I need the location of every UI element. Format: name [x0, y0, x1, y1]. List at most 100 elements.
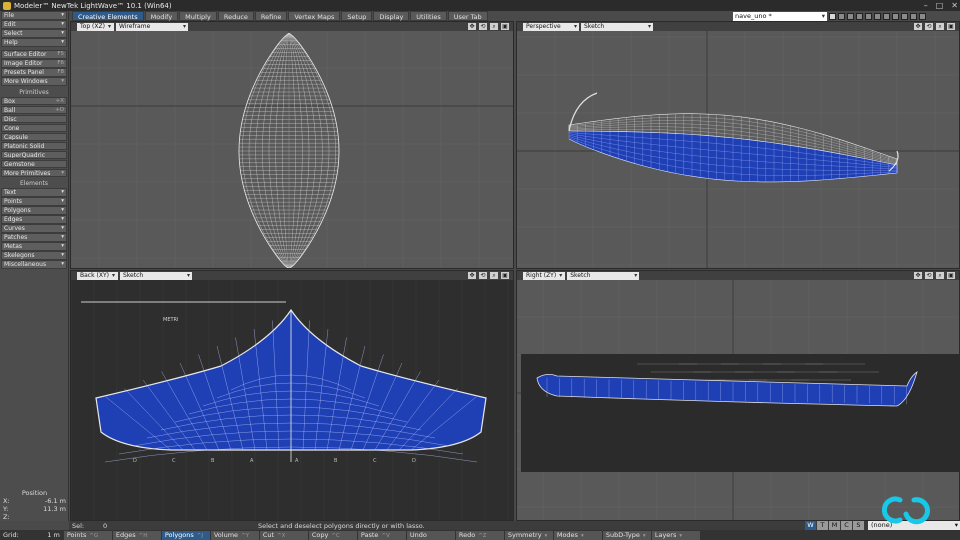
move-view-icon[interactable]: ✥	[468, 23, 476, 30]
layer-box-9[interactable]	[901, 12, 908, 20]
maximize-view-icon[interactable]: ▣	[501, 23, 509, 30]
rotate-view-icon[interactable]: ⟲	[925, 23, 933, 30]
left-button-ball[interactable]: Ball +O	[1, 105, 67, 114]
mode-button-redo[interactable]: Redo ^Z	[455, 530, 504, 540]
left-button-superquadric[interactable]: SuperQuadric	[1, 150, 67, 159]
left-button-help[interactable]: Help ▾	[1, 38, 67, 47]
mode-button-paste[interactable]: Paste ^V	[357, 530, 406, 540]
left-button-cone[interactable]: Cone	[1, 123, 67, 132]
maximize-view-icon[interactable]: ▣	[947, 23, 955, 30]
mode-button-undo[interactable]: Undo	[406, 530, 455, 540]
mode-button-edges[interactable]: Edges ^H	[112, 530, 161, 540]
mode-button-modes[interactable]: Modes ▾	[553, 530, 602, 540]
left-button-polygons[interactable]: Polygons ▾	[1, 206, 67, 215]
render-mode-select[interactable]: Sketch ▾	[581, 22, 653, 31]
render-mode-select[interactable]: Sketch ▾	[567, 271, 640, 280]
shortcut-hint: ^X	[277, 532, 286, 539]
left-button-disc[interactable]: Disc	[1, 114, 67, 123]
tab-creative-elements[interactable]: Creative Elements	[72, 11, 144, 21]
maximize-icon[interactable]: □	[936, 1, 944, 10]
mode-button-layers[interactable]: Layers ▾	[651, 530, 700, 540]
left-button-metas[interactable]: Metas ▾	[1, 242, 67, 251]
tab-display[interactable]: Display	[373, 11, 410, 21]
tab-multiply[interactable]: Multiply	[179, 11, 217, 21]
left-button-capsule[interactable]: Capsule	[1, 132, 67, 141]
mode-button-volume[interactable]: Volume ^Y	[210, 530, 259, 540]
object-select[interactable]: nave_uno * ▾	[733, 11, 827, 21]
rotate-view-icon[interactable]: ⟲	[479, 272, 487, 279]
zoom-view-icon[interactable]: ⌕	[490, 23, 498, 30]
zoom-view-icon[interactable]: ⌕	[936, 23, 944, 30]
left-button-edges[interactable]: Edges ▾	[1, 215, 67, 224]
zoom-view-icon[interactable]: ⌕	[936, 272, 944, 279]
move-view-icon[interactable]: ✥	[468, 272, 476, 279]
left-button-box[interactable]: Box +X	[1, 96, 67, 105]
tab-setup[interactable]: Setup	[341, 11, 373, 21]
layer-box-7[interactable]	[883, 12, 890, 20]
move-view-icon[interactable]: ✥	[914, 272, 922, 279]
mode-button-points[interactable]: Points ^G	[63, 530, 112, 540]
view-button-s[interactable]: S	[853, 520, 864, 530]
viewport-back[interactable]: Back (XY) ▾ Sketch ▾ ✥ ⟲ ⌕ ▣ METRI D C B A A B C…	[70, 270, 514, 521]
left-button-gemstone[interactable]: Gemstone	[1, 159, 67, 168]
mode-button-polygons[interactable]: Polygons ^J	[161, 530, 210, 540]
close-icon[interactable]: ✕	[951, 1, 958, 10]
tab-refine[interactable]: Refine	[254, 11, 288, 21]
view-button-t[interactable]: T	[817, 520, 828, 530]
left-button-select[interactable]: Select ▾	[1, 29, 67, 38]
left-button-file[interactable]: File ▾	[1, 11, 67, 20]
view-type-select[interactable]: Perspective ▾	[523, 22, 579, 31]
left-button-image-editor[interactable]: Image Editor F6	[1, 59, 67, 68]
layer-box-10[interactable]	[910, 12, 917, 20]
viewport-right[interactable]: Right (ZY) ▾ Sketch ▾ ✥ ⟲ ⌕ ▣	[516, 270, 960, 521]
view-type-select[interactable]: Back (XY) ▾	[77, 271, 118, 280]
zoom-view-icon[interactable]: ⌕	[490, 272, 498, 279]
minimize-icon[interactable]: –	[924, 1, 928, 10]
tab-utilities[interactable]: Utilities	[410, 11, 447, 21]
maximize-view-icon[interactable]: ▣	[947, 272, 955, 279]
rotate-view-icon[interactable]: ⟲	[925, 272, 933, 279]
tab-user-tab[interactable]: User Tab	[447, 11, 488, 21]
left-button-text[interactable]: Text ▾	[1, 188, 67, 197]
left-button-more-primitives[interactable]: More Primitives ▾	[1, 168, 67, 177]
tab-vertex-maps[interactable]: Vertex Maps	[288, 11, 341, 21]
layer-box-1[interactable]	[829, 12, 836, 20]
move-view-icon[interactable]: ✥	[914, 23, 922, 30]
tab-modify[interactable]: Modify	[144, 11, 179, 21]
maximize-view-icon[interactable]: ▣	[501, 272, 509, 279]
view-button-c[interactable]: C	[841, 520, 852, 530]
layer-box-2[interactable]	[838, 12, 845, 20]
left-button-more-windows[interactable]: More Windows ▾	[1, 77, 67, 86]
view-type-select[interactable]: Top (XZ) ▾	[77, 22, 114, 31]
mode-button-symmetry[interactable]: Symmetry ▾	[504, 530, 553, 540]
left-button-surface-editor[interactable]: Surface Editor F5	[1, 50, 67, 59]
rotate-view-icon[interactable]: ⟲	[479, 23, 487, 30]
viewport-top[interactable]: Top (XZ) ▾ Wireframe ▾ ✥ ⟲ ⌕ ▣	[70, 21, 514, 269]
left-button-skelegons[interactable]: Skelegons ▾	[1, 251, 67, 260]
left-button-miscellaneous[interactable]: Miscellaneous ▾	[1, 260, 67, 269]
tab-reduce[interactable]: Reduce	[217, 11, 254, 21]
render-mode-select[interactable]: Sketch ▾	[119, 271, 192, 280]
layer-box-8[interactable]	[892, 12, 899, 20]
layer-box-4[interactable]	[856, 12, 863, 20]
mode-button-copy[interactable]: Copy ^C	[308, 530, 357, 540]
left-button-points[interactable]: Points ▾	[1, 197, 67, 206]
shortcut-hint: F5	[57, 51, 64, 57]
mode-button-cut[interactable]: Cut ^X	[259, 530, 308, 540]
x-value: -6.1 m	[44, 497, 66, 505]
view-button-w[interactable]: W	[805, 520, 816, 530]
layer-box-11[interactable]	[919, 12, 926, 20]
layer-box-3[interactable]	[847, 12, 854, 20]
view-button-m[interactable]: M	[829, 520, 840, 530]
layer-box-6[interactable]	[874, 12, 881, 20]
left-button-patches[interactable]: Patches ▾	[1, 233, 67, 242]
view-type-select[interactable]: Right (ZY) ▾	[523, 271, 566, 280]
left-button-platonic-solid[interactable]: Platonic Solid	[1, 141, 67, 150]
viewport-perspective[interactable]: Perspective ▾ Sketch ▾ ✥ ⟲ ⌕ ▣	[516, 21, 960, 269]
left-button-presets-panel[interactable]: Presets Panel F8	[1, 68, 67, 77]
mode-button-subd-type[interactable]: SubD-Type ▾	[602, 530, 651, 540]
left-button-edit[interactable]: Edit ▾	[1, 20, 67, 29]
render-mode-select[interactable]: Wireframe ▾	[115, 22, 188, 31]
left-button-curves[interactable]: Curves ▾	[1, 224, 67, 233]
layer-box-5[interactable]	[865, 12, 872, 20]
